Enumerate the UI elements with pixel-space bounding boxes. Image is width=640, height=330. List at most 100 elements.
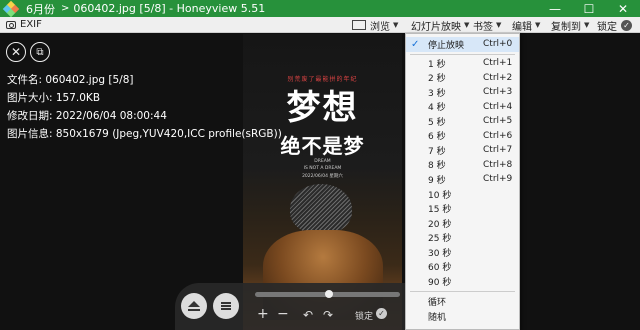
lock-toggle[interactable]: 锁定 ✓ [597,17,632,33]
rotate-right-icon[interactable]: ↷ [323,308,333,322]
window-icon [352,20,366,30]
menu-item-25s[interactable]: 25 秒 [406,231,519,246]
camera-icon [6,20,16,29]
menu-item-shortcut: Ctrl+9 [483,174,513,185]
check-icon[interactable]: ✓ [376,308,387,319]
menu-item-90s[interactable]: 90 秒 [406,274,519,289]
menu-separator [410,291,515,292]
menu-item-6s[interactable]: 6 秒 Ctrl+6 [406,129,519,144]
menu-item-label: 6 秒 [428,132,446,143]
menu-item-label: 20 秒 [428,219,452,230]
menu-item-10s[interactable]: 10 秒 [406,187,519,202]
window-title: 060402.jpg [5/8] - Honeyview 5.51 [73,2,266,15]
menu-item-label: 随机 [428,312,447,323]
maximize-button[interactable]: ☐ [572,0,606,17]
photo-english-1: DREAM [314,159,331,164]
copy-to-menu[interactable]: 复制到 ▼ [551,17,589,33]
menu-item-shortcut: Ctrl+0 [483,39,513,50]
honeyview-app-icon [2,0,20,17]
menu-item-label: 60 秒 [428,263,452,274]
info-modified: 修改日期: 2022/06/04 08:00:44 [7,110,167,122]
folder-name[interactable]: 6月份 [26,1,55,17]
zoom-slider-handle[interactable] [325,290,333,298]
menu-item-label: 90 秒 [428,277,452,288]
menu-item-5s[interactable]: 5 秒 Ctrl+5 [406,114,519,129]
info-size: 图片大小: 157.0KB [7,92,101,104]
menu-item-20s[interactable]: 20 秒 [406,216,519,231]
menu-item-4s[interactable]: 4 秒 Ctrl+4 [406,100,519,115]
photo-headline: 梦想 [286,88,359,128]
menu-item-label: 30 秒 [428,248,452,259]
menu-item-7s[interactable]: 7 秒 Ctrl+7 [406,143,519,158]
dropdown-arrow-icon: ▼ [496,21,502,29]
menu-item-label: 10 秒 [428,190,452,201]
menu-item-label: 25 秒 [428,234,452,245]
menu-item-8s[interactable]: 8 秒 Ctrl+8 [406,158,519,173]
photo-head-figure [290,184,352,234]
edit-label: 编辑 [512,21,532,33]
photo-date: 2022/06/04 星期六 [302,174,343,179]
photo-english-2: IS NOT A DREAM [303,166,342,171]
menu-item-label: 5 秒 [428,117,446,128]
menu-item-loop[interactable]: 循环 [406,294,519,309]
dropdown-arrow-icon: ▼ [464,21,470,29]
menu-item-label: 2 秒 [428,74,446,85]
menu-item-shortcut: Ctrl+3 [483,87,513,98]
menu-item-label: 15 秒 [428,205,452,216]
edit-menu[interactable]: 编辑 ▼ [512,17,540,33]
path-separator: > [61,3,70,14]
menu-item-shortcut: Ctrl+1 [483,58,513,69]
menu-icon[interactable] [213,293,239,319]
menu-item-60s[interactable]: 60 秒 [406,260,519,275]
menu-item-shortcut: Ctrl+5 [483,116,513,127]
bookmark-label: 书签 [473,21,493,33]
menu-item-label: 9 秒 [428,175,446,186]
menu-item-label: 4 秒 [428,103,446,114]
zoom-out-icon[interactable]: − [277,306,289,322]
menu-item-label: 停止放映 [428,40,465,51]
browse-menu[interactable]: 浏览 ▼ [352,17,398,33]
close-window-button[interactable]: ✕ [606,0,640,17]
menu-item-label: 3 秒 [428,88,446,99]
menu-item-1s[interactable]: 1 秒 Ctrl+1 [406,56,519,71]
toolbar: EXIF [0,17,640,33]
bookmark-menu[interactable]: 书签 ▼ [473,17,501,33]
dropdown-arrow-icon: ▼ [584,21,590,29]
menu-item-shortcut: Ctrl+2 [483,72,513,83]
close-icon[interactable]: ✕ [6,42,26,62]
menu-item-label: 8 秒 [428,161,446,172]
menu-item-30s[interactable]: 30 秒 [406,245,519,260]
menu-item-9s[interactable]: 9 秒 Ctrl+9 [406,172,519,187]
menu-item-random[interactable]: 随机 [406,309,519,324]
info-image: 图片信息: 850x1679 (Jpeg,YUV420,ICC profile(… [7,128,282,140]
minimize-button[interactable]: — [538,0,572,17]
menu-item-stop[interactable]: ✓ 停止放映 Ctrl+0 [406,37,519,52]
menu-item-shortcut: Ctrl+8 [483,159,513,170]
menu-item-label: 循环 [428,297,447,308]
menu-item-shortcut: Ctrl+7 [483,145,513,156]
control-panel [175,283,405,330]
panel-lock-label: 锁定 [355,312,374,322]
eject-icon[interactable] [181,293,207,319]
menu-item-label: 1 秒 [428,59,446,70]
exif-label: EXIF [20,19,42,30]
menu-item-15s[interactable]: 15 秒 [406,202,519,217]
menu-item-2s[interactable]: 2 秒 Ctrl+2 [406,71,519,86]
dropdown-arrow-icon: ▼ [393,21,399,29]
check-icon: ✓ [621,19,632,31]
info-filename: 文件名: 060402.jpg [5/8] [7,74,134,86]
menu-item-3s[interactable]: 3 秒 Ctrl+3 [406,85,519,100]
menu-separator [410,54,515,55]
rotate-left-icon[interactable]: ↶ [303,308,313,322]
dropdown-arrow-icon: ▼ [535,21,541,29]
menu-item-shortcut: Ctrl+4 [483,101,513,112]
copy-icon[interactable]: ⧉ [30,42,50,62]
copy-to-label: 复制到 [551,21,581,33]
slideshow-menu[interactable]: 幻灯片放映 ▼ [411,17,469,33]
menu-item-label: 7 秒 [428,146,446,157]
checkmark-icon: ✓ [411,38,420,50]
browse-label: 浏览 [370,21,390,33]
menu-item-shortcut: Ctrl+6 [483,130,513,141]
zoom-in-icon[interactable]: + [257,306,269,322]
exif-button[interactable]: EXIF [6,19,42,30]
